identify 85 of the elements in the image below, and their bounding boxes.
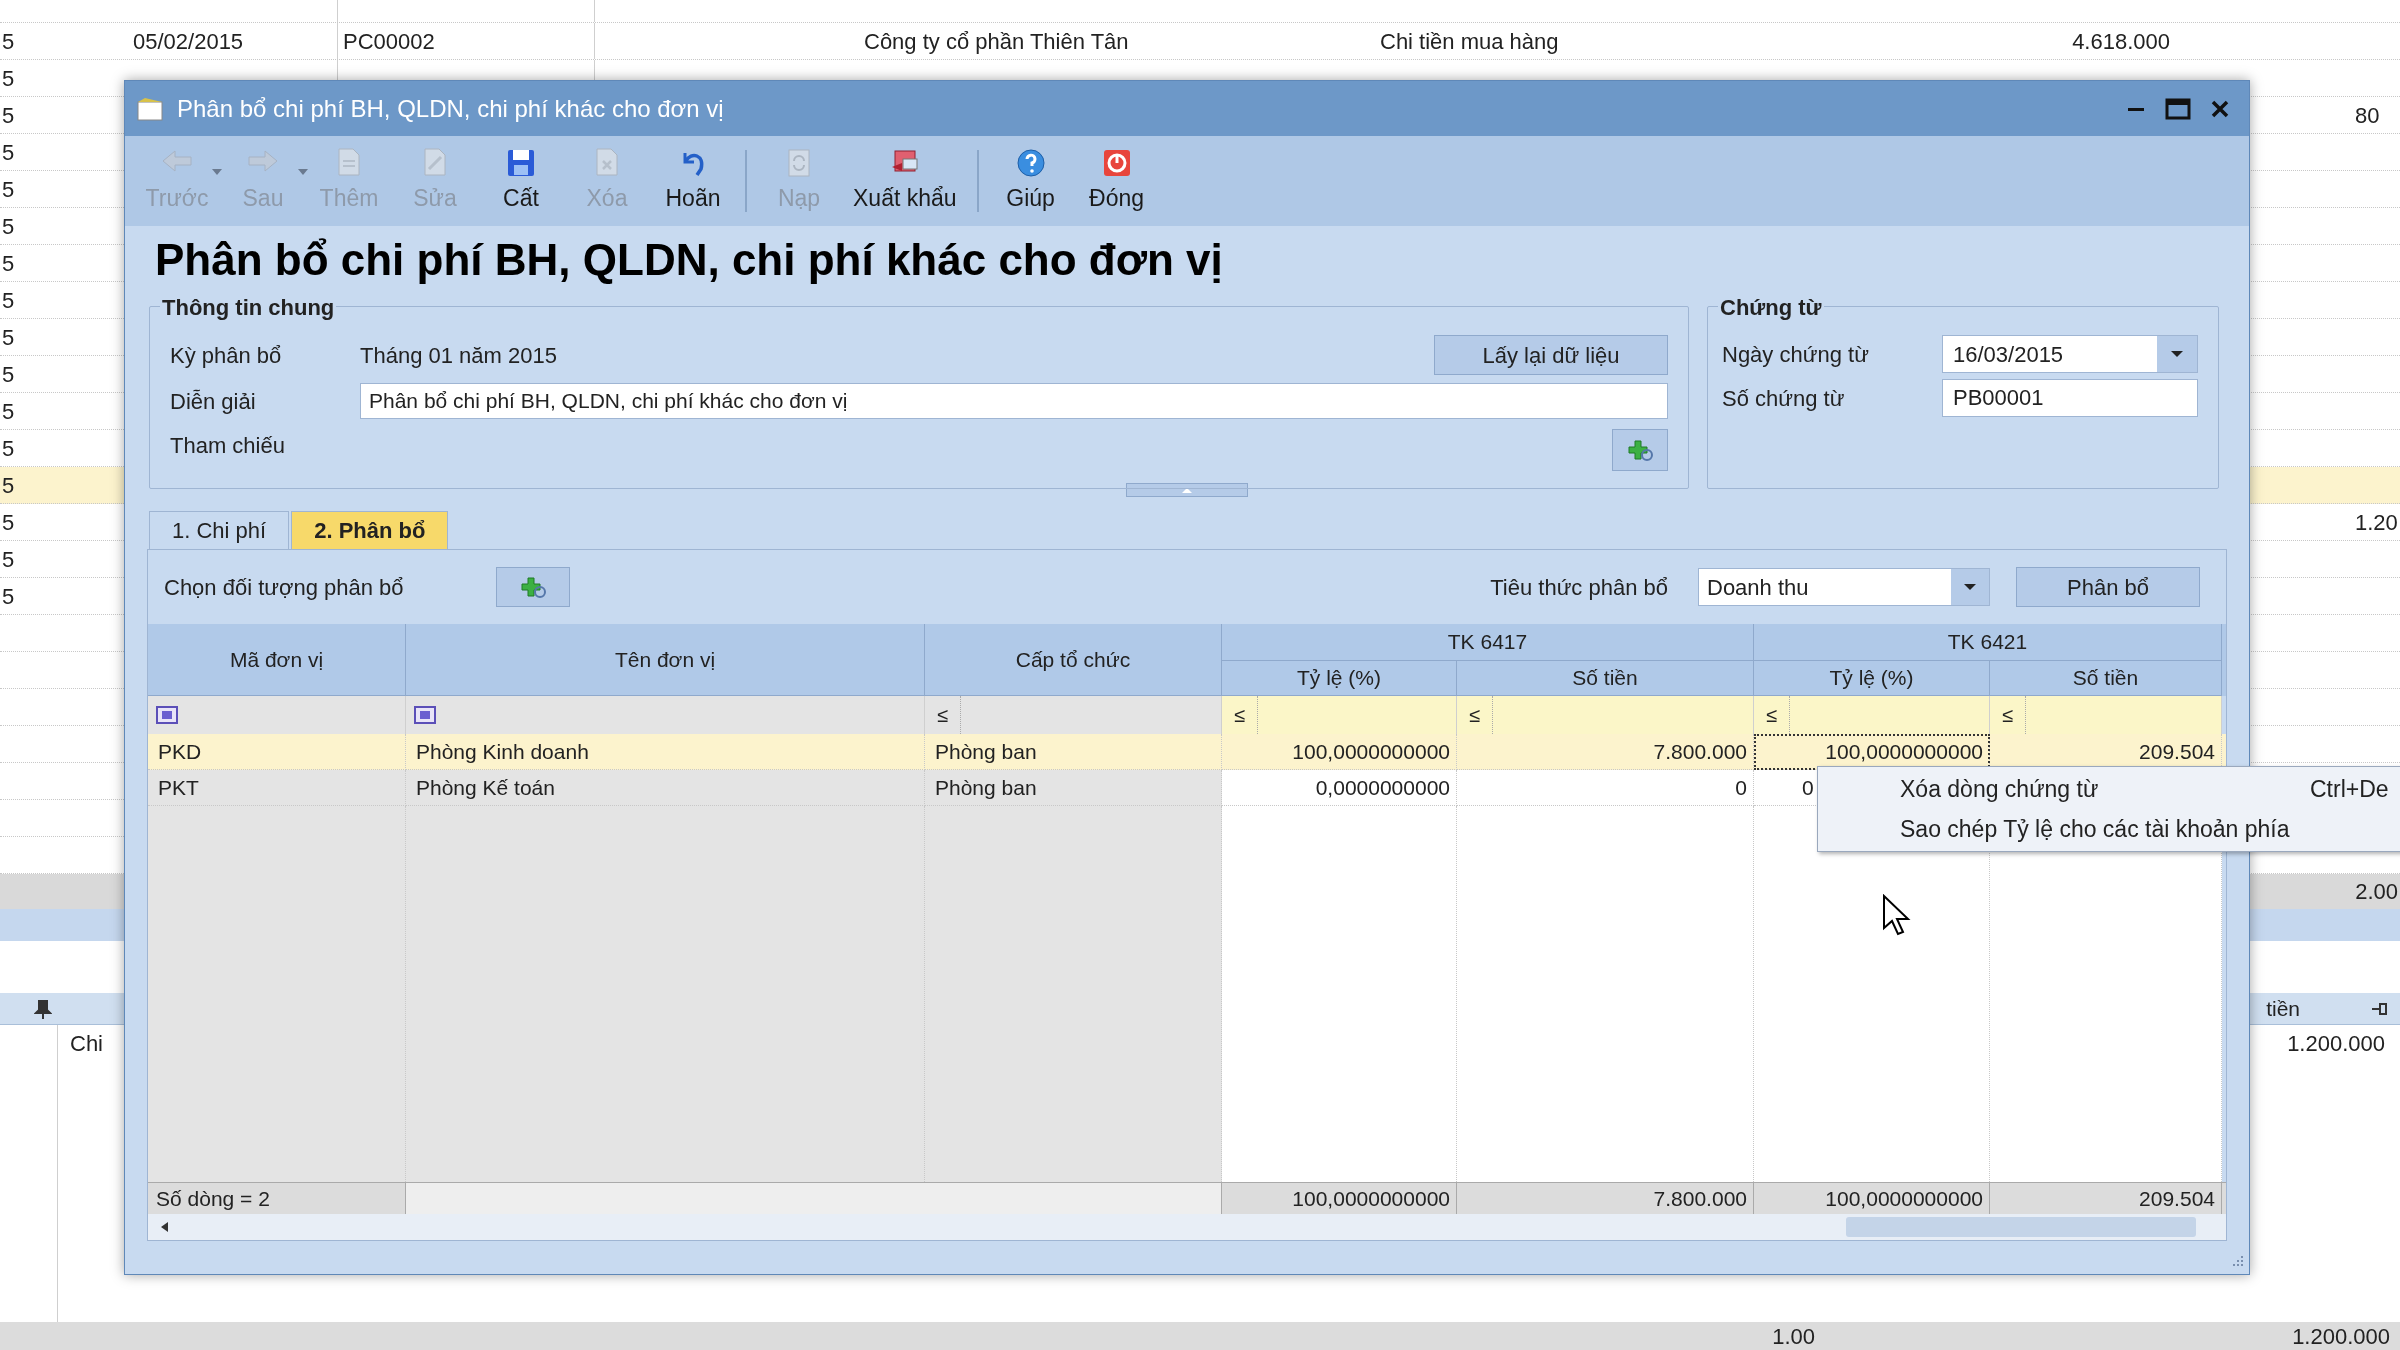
window-title: Phân bổ chi phí BH, QLDN, chi phí khác cho đơn vị [177,93,724,124]
form-heading: Phân bổ chi phí BH, QLDN, chi phí khác cho đơn vị [155,238,1223,286]
row-number: 5 [2,397,15,426]
cell-text: 0 [1735,774,1747,801]
row-number: 5 [2,434,15,463]
cell-text: PKD [158,738,202,765]
add-search-icon [1625,437,1655,463]
collapse-handle[interactable] [1126,483,1248,497]
pin-icon[interactable] [34,998,52,1019]
field-label: Số chứng từ [1722,384,1846,413]
allocate-button[interactable]: Phân bổ [2016,567,2200,607]
date-field[interactable]: 16/03/2015 [1942,335,2198,373]
cell-text: Phòng ban [935,738,1037,765]
cursor-icon [1882,894,1912,936]
cell-text: 100,0000000000 [1292,738,1450,765]
up-caret-icon [1181,487,1193,493]
description-field[interactable]: Phân bổ chi phí BH, QLDN, chi phí khác cho đơn vị [360,383,1668,419]
row-number: 5 [2,212,15,241]
menu-item[interactable]: Sao chép Tỷ lệ cho các tài khoản phía [1818,809,2400,849]
column-group-header: TK 6421 [1754,624,2222,661]
cell-text: 7.800.000 [1653,738,1747,765]
row-number: 5 [2,64,15,93]
row-number: 5 [2,545,15,574]
voucher-number-field[interactable]: PB00001 [1942,379,2198,417]
column-header: tiền [2266,995,2300,1022]
row-number: 5 [2,249,15,278]
row-number: 5 [2,27,15,56]
field-label: Diễn giải [170,387,257,416]
row-number: 5 [2,508,15,537]
toolbar-button[interactable]: Cất [479,136,563,226]
field-label: Tiêu thức phân bổ [1490,573,1668,602]
cell-text: Phòng ban [935,774,1037,801]
menu-item[interactable]: Xóa dòng chứng từ Ctrl+De [1818,769,2400,809]
amount-cell-text: 1.200.000 [2287,1030,2385,1058]
help-icon [1014,146,1047,179]
company-cell-text: Công ty cổ phần Thiên Tân [864,27,1129,56]
description-cell-text: Chi tiền mua hàng [1380,27,1559,56]
row-number: 5 [2,582,15,611]
toolbar-button[interactable]: Xuất khẩu [843,136,967,226]
cell-text: PKT [158,774,199,801]
filter-icon[interactable] [414,706,436,724]
total-amount: 1.200.000 [2292,1322,2390,1350]
reload-data-button[interactable]: Lấy lại dữ liệu [1434,335,1668,375]
pin-icon[interactable] [2370,1000,2390,1017]
cell-text: 0,0000000000 [1315,774,1450,801]
tab[interactable]: 2. Phân bổ [291,511,449,549]
total-amount: 2.00 [2355,878,2398,906]
field-label: Kỳ phân bổ [170,341,283,370]
amount-cell-text: 1.20 [2355,508,2398,537]
row-number: 5 [2,323,15,352]
cell-text: 100,0000000000 [1825,738,1983,765]
row-number: 5 [2,138,15,167]
cell-text: Phòng Kinh doanh [416,738,589,765]
field-label: Ngày chứng từ [1722,340,1870,369]
field-value: Tháng 01 năm 2015 [360,341,557,370]
table-cell-text: Chi [70,1030,103,1058]
window-icon [135,95,165,122]
row-number: 5 [2,286,15,315]
cell-text: 0 [1802,774,1814,801]
amount-cell-text: 4.618.000 [2072,27,2170,56]
total-amount: 1.00 [1771,1322,1815,1350]
add-search-icon [518,574,548,600]
amount-cell-text: 80 [2355,101,2380,130]
field-label: Chọn đối tượng phân bổ [164,573,405,602]
row-number: 5 [2,471,15,500]
column-group-header: TK 6417 [1222,624,1754,661]
filter-icon[interactable] [156,706,178,724]
row-number: 5 [2,360,15,389]
criteria-dropdown[interactable]: Doanh thu [1698,568,1990,606]
tab[interactable]: 1. Chi phí [149,511,290,549]
code-cell-text: PC00002 [343,27,435,56]
cell-text: Phòng Kế toán [416,774,555,801]
dropdown-icon[interactable] [1963,583,1977,591]
dropdown-icon[interactable] [2170,350,2184,358]
field-label: Tham chiếu [170,431,286,460]
date-cell-text: 05/02/2015 [133,27,244,56]
cell-text: 209.504 [2139,738,2215,765]
table-row[interactable]: PKD Phòng Kinh doanh Phòng ban 100,0000000000 7.800.000 100,0000000000 209.504 [148,734,2226,770]
maximize-icon[interactable] [2165,97,2191,120]
toolbar-button[interactable]: Hoãn [651,136,735,226]
row-number: 5 [2,175,15,204]
toolbar-button[interactable]: Đóng [1074,136,1159,226]
toolbar-button[interactable]: Giúp [988,136,1073,226]
row-number: 5 [2,101,15,130]
horizontal-scrollbar[interactable] [148,1214,2226,1240]
